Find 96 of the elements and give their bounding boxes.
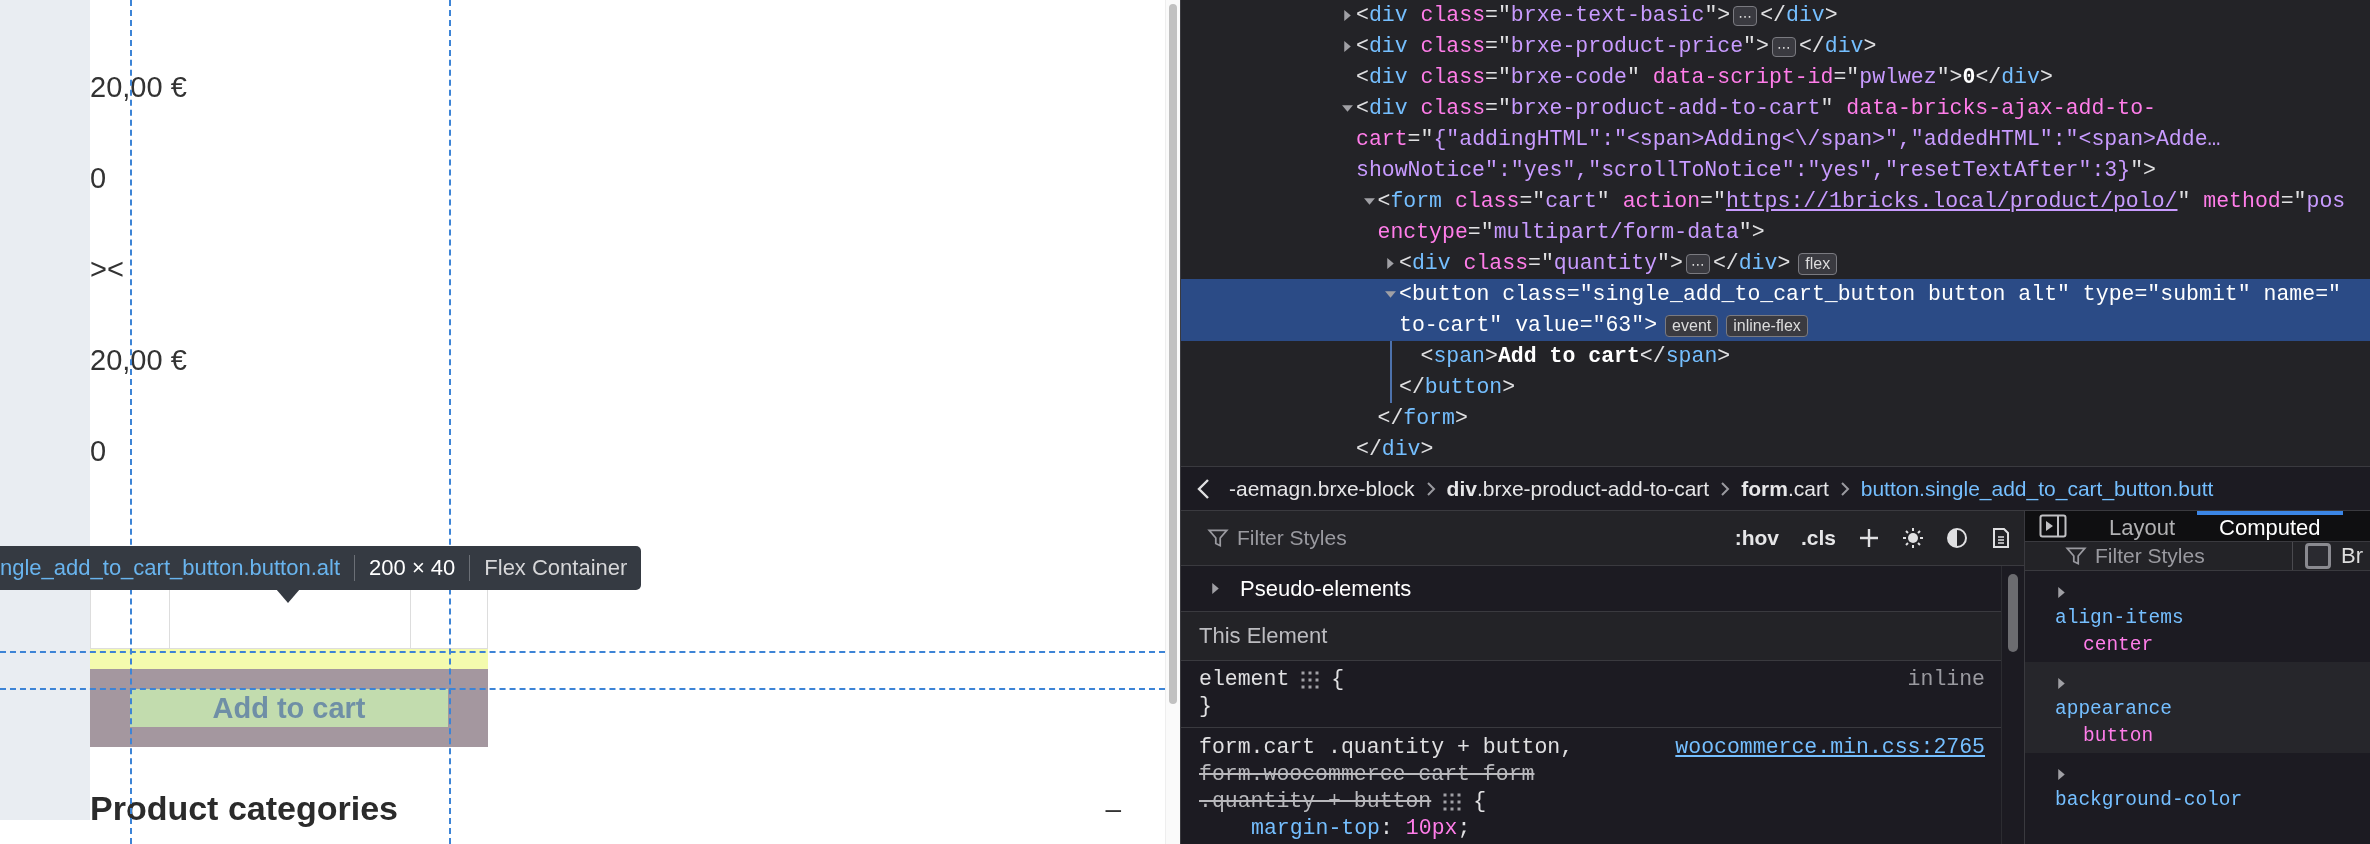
code-line: </div>: [1712, 250, 1791, 277]
code-line: cart="{"addingHTML":"<span>Adding<\/span>","addedHTML":"<span>Adde…: [1356, 126, 2221, 153]
markup-row[interactable]: <div class="brxe-product-price"> ⋯ </div>: [1181, 31, 2370, 62]
code-line: </button>: [1399, 374, 1516, 401]
scrollbar-thumb[interactable]: [2008, 574, 2018, 652]
chevron-right-icon: [1424, 480, 1437, 497]
scrollbar-thumb[interactable]: [1169, 4, 1177, 704]
filter-field[interactable]: Filter Styles: [1237, 526, 1477, 550]
breadcrumb-item[interactable]: button.single_add_to_cart_button.butt: [1860, 476, 2214, 501]
code-line: <div class="brxe-text-basic">: [1356, 2, 1731, 29]
markup-badge[interactable]: inline-flex: [1726, 314, 1808, 337]
source-link[interactable]: woocommerce.min.css:2765: [1675, 734, 1985, 761]
caret-right-icon[interactable]: [1341, 9, 1354, 22]
caret-right-icon[interactable]: [1209, 582, 1222, 595]
document-icon[interactable]: [1990, 527, 2012, 549]
checkbox-label: Br: [2341, 543, 2363, 570]
grid-icon[interactable]: [1301, 670, 1320, 689]
code-line: </form>: [1377, 405, 1468, 432]
collapse-toggle[interactable]: –: [1105, 792, 1121, 825]
url-link[interactable]: https://1bricks.local/product/polo/: [1725, 189, 2178, 213]
brace-text: {: [1331, 666, 1345, 693]
toggle-button[interactable]: :hov: [1734, 526, 1779, 550]
caret-down-icon[interactable]: [1341, 102, 1354, 115]
selector-text: .quantity + button: [1199, 788, 1432, 815]
page-text: 20,00 €: [90, 343, 187, 378]
grid-icon[interactable]: [1443, 792, 1462, 811]
code-line: <div class="brxe-product-add-to-cart" data-bricks-ajax-add-to-: [1356, 95, 2156, 122]
source-text: inline: [1907, 666, 1985, 693]
chevron-right-icon: [1838, 480, 1851, 497]
ellipsis-button[interactable]: ⋯: [1733, 5, 1758, 26]
filter-field[interactable]: Filter Styles: [2095, 544, 2245, 569]
brace-text: }: [1199, 694, 1212, 718]
markup-row[interactable]: <span>Add to cart</span>: [1181, 341, 2370, 372]
breadcrumb-item[interactable]: form.cart: [1741, 476, 1829, 501]
property-name: appearance: [2055, 697, 2173, 722]
panel-tab[interactable]: Layout: [2087, 511, 2198, 542]
selector-text: form.cart .quantity + button,: [1199, 734, 1574, 761]
selector-text: element: [1199, 666, 1290, 693]
caret-down-icon[interactable]: [1384, 288, 1397, 301]
ellipsis-button[interactable]: ⋯: [1685, 253, 1710, 274]
markup-badge[interactable]: flex: [1798, 252, 1838, 275]
markup-row[interactable]: <button class="single_add_to_cart_button button alt" type="submit" name=" to-cart" value="63"> event inline-flex: [1181, 279, 2370, 341]
markup-row[interactable]: <form class="cart" action="https://1bricks.local/product/polo/" method="pos enctype="multipart/form-data">: [1181, 186, 2370, 248]
page-text: ><: [90, 252, 124, 287]
code-line: enctype="multipart/form-data">: [1377, 219, 1765, 246]
caret-down-icon[interactable]: [1362, 195, 1376, 208]
property-value: center: [2082, 633, 2154, 658]
code-line: </div>: [1760, 2, 1838, 29]
checkbox[interactable]: [2305, 543, 2331, 570]
caret-right-icon[interactable]: [1384, 257, 1397, 270]
ellipsis-button[interactable]: ⋯: [1771, 36, 1796, 57]
chevron-right-icon: [1719, 480, 1732, 497]
property-name: align-items: [2055, 606, 2184, 631]
filter-icon: [1207, 527, 1229, 549]
brace-text: {: [1473, 788, 1487, 815]
markup-row[interactable]: <div class="quantity"> ⋯ </div> flex: [1181, 248, 2370, 279]
caret-right-icon[interactable]: [2055, 767, 2068, 781]
selector-text: form.woocommerce-cart-form: [1199, 761, 1535, 788]
breadcrumb-item[interactable]: -aemagn.brxe-block: [1229, 476, 1415, 501]
markup-badge[interactable]: event: [1665, 314, 1719, 337]
code-line: <span>Add to cart</span>: [1420, 343, 1731, 370]
caret-right-icon[interactable]: [1341, 40, 1354, 53]
page-text: 20,00 €: [90, 70, 187, 105]
property-name: background-color: [2055, 788, 2243, 813]
contrast-icon[interactable]: [1946, 527, 1968, 549]
page-text: 0: [90, 434, 107, 469]
code-line: <button class="single_add_to_cart_button button alt" type="submit" name=": [1399, 281, 2341, 308]
markup-row[interactable]: <div class="brxe-code" data-script-id="pwlwez">0</div>: [1181, 62, 2370, 93]
code-line: <div class="brxe-code" data-script-id="pwlwez">0</div>: [1356, 64, 2053, 91]
property-value: button: [2082, 724, 2154, 749]
selector-text: ngle_add_to_cart_button.button.alt: [0, 555, 341, 581]
section-label[interactable]: Pseudo-elements: [1240, 575, 1412, 602]
markup-row[interactable]: <div class="brxe-product-add-to-cart" data-bricks-ajax-add-to- cart="{"addingHTML":"<span>Adding<\/span>","addedHTML":"<span>Adde… showNotice":"yes","scrollToNotice":"yes","resetTextAfter":3}">: [1181, 93, 2370, 186]
code-line: <div class="quantity">: [1399, 250, 1683, 277]
filter-icon: [2065, 545, 2087, 568]
toggle-button[interactable]: .cls: [1800, 526, 1836, 550]
sun-icon[interactable]: [1902, 527, 1924, 549]
section-header: This Element: [1199, 623, 1328, 649]
code-line: </div>: [1356, 436, 1434, 463]
plus-icon[interactable]: [1858, 527, 1880, 549]
code-line: <form class="cart" action="https://1bricks.local/product/polo/" method="pos: [1377, 188, 2346, 215]
layout-type-text: Flex Container: [484, 555, 628, 581]
breadcrumb-item[interactable]: div.brxe-product-add-to-cart: [1446, 476, 1710, 501]
caret-right-icon[interactable]: [2055, 676, 2068, 690]
code-line: showNotice":"yes","scrollToNotice":"yes","resetTextAfter":3}">: [1356, 157, 2156, 184]
code-line: to-cart" value="63">: [1399, 312, 1658, 339]
panel-tab[interactable]: Computed: [2197, 511, 2343, 542]
declaration-text[interactable]: margin-top: 10px;: [1251, 816, 1471, 840]
code-line: <div class="brxe-product-price">: [1356, 33, 1769, 60]
caret-right-icon[interactable]: [2055, 585, 2068, 599]
sidebar-toggle-icon[interactable]: [2039, 514, 2067, 539]
markup-row[interactable]: <div class="brxe-text-basic"> ⋯ </div>: [1181, 0, 2370, 31]
section-heading: Product categories: [90, 789, 398, 828]
page-text: 0: [90, 161, 107, 196]
code-line: </div>: [1798, 33, 1877, 60]
size-text: 200 × 40: [369, 555, 456, 581]
